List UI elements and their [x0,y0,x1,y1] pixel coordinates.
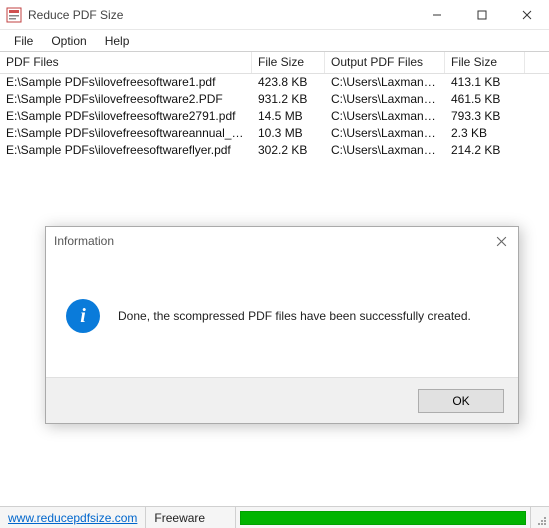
table-row[interactable]: E:\Sample PDFs\ilovefreesoftware1.pdf423… [0,74,549,91]
menu-option[interactable]: Option [43,32,94,50]
cell-output: C:\Users\Laxman Si... [325,108,445,125]
window-controls [414,0,549,29]
cell-size: 423.8 KB [252,74,325,91]
cell-pdf: E:\Sample PDFs\ilovefreesoftware1.pdf [0,74,252,91]
table-row[interactable]: E:\Sample PDFs\ilovefreesoftware2.PDF931… [0,91,549,108]
progress-bar [240,511,526,525]
dialog-message: Done, the scompressed PDF files have bee… [118,309,471,323]
col-file-size[interactable]: File Size [252,52,325,73]
statusbar: www.reducepdfsize.com Freeware [0,506,549,528]
website-link[interactable]: www.reducepdfsize.com [0,507,146,528]
ok-button[interactable]: OK [418,389,504,413]
resize-grip[interactable] [531,507,549,528]
dialog-body: i Done, the scompressed PDF files have b… [46,255,518,377]
cell-output-size: 461.5 KB [445,91,525,108]
info-icon: i [66,299,100,333]
dialog-titlebar: Information [46,227,518,255]
cell-output-size: 413.1 KB [445,74,525,91]
dialog-close-button[interactable] [492,232,510,250]
minimize-button[interactable] [414,0,459,29]
table-row[interactable]: E:\Sample PDFs\ilovefreesoftware2791.pdf… [0,108,549,125]
table-row[interactable]: E:\Sample PDFs\ilovefreesoftwareannual_r… [0,125,549,142]
progress-cell [236,507,531,528]
dialog-title: Information [54,234,114,248]
col-output-pdf[interactable]: Output PDF Files [325,52,445,73]
cell-output: C:\Users\Laxman Si... [325,91,445,108]
cell-size: 931.2 KB [252,91,325,108]
cell-output: C:\Users\Laxman Si... [325,74,445,91]
cell-size: 10.3 MB [252,125,325,142]
cell-output: C:\Users\Laxman Si... [325,125,445,142]
freeware-label: Freeware [146,507,236,528]
cell-pdf: E:\Sample PDFs\ilovefreesoftwareannual_r… [0,125,252,142]
cell-size: 14.5 MB [252,108,325,125]
cell-pdf: E:\Sample PDFs\ilovefreesoftware2.PDF [0,91,252,108]
col-pdf-files[interactable]: PDF Files [0,52,252,73]
cell-output-size: 214.2 KB [445,142,525,159]
menubar: File Option Help [0,30,549,52]
titlebar: Reduce PDF Size [0,0,549,30]
list-header: PDF Files File Size Output PDF Files Fil… [0,52,549,74]
table-row[interactable]: E:\Sample PDFs\ilovefreesoftwareflyer.pd… [0,142,549,159]
menu-file[interactable]: File [6,32,41,50]
cell-output: C:\Users\Laxman Si... [325,142,445,159]
dialog-button-area: OK [46,377,518,423]
close-button[interactable] [504,0,549,29]
info-dialog: Information i Done, the scompressed PDF … [45,226,519,424]
cell-pdf: E:\Sample PDFs\ilovefreesoftwareflyer.pd… [0,142,252,159]
maximize-button[interactable] [459,0,504,29]
menu-help[interactable]: Help [97,32,138,50]
cell-size: 302.2 KB [252,142,325,159]
cell-pdf: E:\Sample PDFs\ilovefreesoftware2791.pdf [0,108,252,125]
app-icon [6,7,22,23]
window-title: Reduce PDF Size [28,8,123,22]
cell-output-size: 2.3 KB [445,125,525,142]
cell-output-size: 793.3 KB [445,108,525,125]
col-output-size[interactable]: File Size [445,52,525,73]
